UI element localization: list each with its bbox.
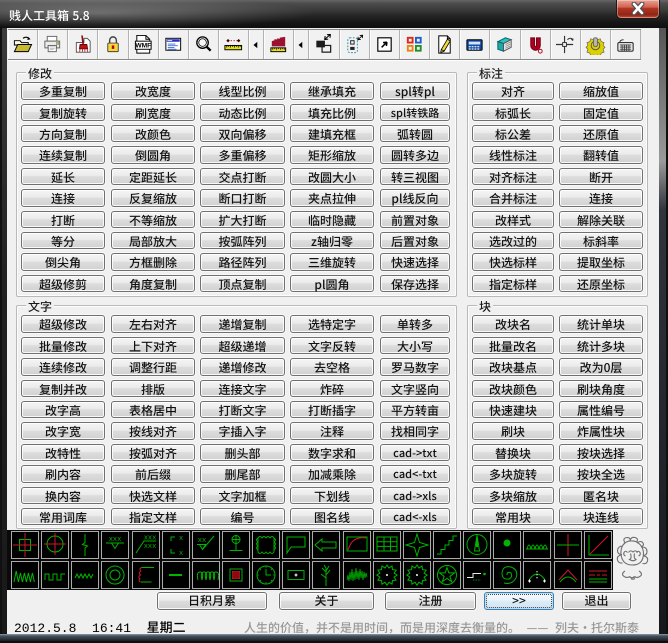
svg-text:WMF: WMF [135, 42, 151, 49]
svg-text:xx: xx [198, 537, 206, 545]
svg-text:xxx: xxx [143, 543, 156, 551]
svg-text:x: x [179, 550, 183, 558]
svg-text:xxx: xxx [143, 535, 156, 543]
svg-text:x: x [179, 535, 183, 543]
